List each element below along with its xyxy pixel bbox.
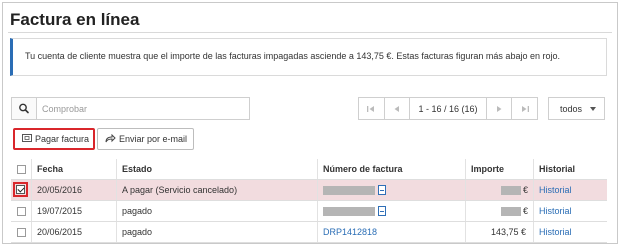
column-header-historial[interactable]: Historial bbox=[539, 159, 575, 179]
checkbox-icon bbox=[17, 165, 26, 174]
send-email-label: Enviar por e-mail bbox=[119, 134, 188, 144]
pay-invoice-label: Pagar factura bbox=[35, 134, 90, 144]
row-importe-currency: € bbox=[523, 185, 529, 195]
last-page-icon bbox=[521, 105, 529, 112]
row-fecha: 20/06/2015 bbox=[37, 227, 83, 237]
last-page-button[interactable] bbox=[512, 98, 537, 119]
first-page-button[interactable] bbox=[359, 98, 385, 119]
column-header-numero[interactable]: Número de factura bbox=[323, 159, 403, 179]
checkbox-icon bbox=[17, 207, 26, 216]
table-header-row: Fecha Estado Número de factura Importe H… bbox=[11, 159, 607, 180]
prev-page-button[interactable] bbox=[385, 98, 411, 119]
page-title: Factura en línea bbox=[10, 10, 140, 29]
row-importe: € bbox=[501, 180, 528, 200]
pagination: 1 - 16 / 16 (16) bbox=[358, 97, 538, 120]
pdf-icon[interactable] bbox=[378, 185, 386, 195]
page-range: 1 - 16 / 16 (16) bbox=[418, 103, 478, 114]
payment-icon bbox=[22, 134, 32, 144]
row-checkbox[interactable] bbox=[14, 204, 29, 219]
row-historial-link[interactable]: Historial bbox=[539, 201, 572, 221]
row-estado: A pagar (Servicio cancelado) bbox=[122, 185, 238, 195]
next-page-button[interactable] bbox=[485, 98, 513, 119]
row-numero[interactable] bbox=[323, 201, 386, 221]
redacted-invoice-number bbox=[323, 206, 375, 216]
row-fecha: 20/05/2016 bbox=[37, 185, 83, 195]
table-row[interactable]: 19/07/2015 pagado € Historial bbox=[11, 201, 607, 222]
share-arrow-icon bbox=[105, 133, 116, 145]
first-page-icon bbox=[367, 105, 375, 112]
checkbox-icon bbox=[17, 228, 26, 237]
redacted-invoice-number bbox=[323, 185, 375, 195]
column-header-estado[interactable]: Estado bbox=[122, 159, 152, 179]
search-box bbox=[11, 97, 252, 120]
checkbox-checked-icon bbox=[16, 185, 25, 194]
info-notice-text: Tu cuenta de cliente muestra que el impo… bbox=[25, 51, 560, 61]
row-importe-currency: € bbox=[523, 206, 529, 216]
row-numero[interactable] bbox=[323, 180, 386, 200]
row-numero[interactable]: DRP1412818 bbox=[323, 222, 377, 242]
redacted-amount bbox=[501, 185, 521, 195]
column-header-importe[interactable]: Importe bbox=[471, 159, 504, 179]
pay-invoice-button[interactable]: Pagar factura bbox=[13, 128, 95, 150]
column-header-fecha[interactable]: Fecha bbox=[37, 159, 63, 179]
next-page-icon bbox=[497, 105, 502, 112]
search-icon[interactable] bbox=[12, 98, 37, 119]
row-estado: pagado bbox=[122, 206, 153, 216]
row-importe: € bbox=[501, 201, 528, 221]
select-all-checkbox[interactable] bbox=[14, 162, 29, 177]
search-input[interactable] bbox=[38, 99, 252, 118]
status-filter-value: todos bbox=[560, 103, 583, 114]
redacted-amount bbox=[501, 206, 521, 216]
send-email-button[interactable]: Enviar por e-mail bbox=[97, 128, 194, 150]
row-historial-link[interactable]: Historial bbox=[539, 222, 572, 242]
row-checkbox[interactable] bbox=[14, 225, 29, 240]
row-checkbox[interactable] bbox=[13, 182, 28, 197]
row-importe: 143,75 € bbox=[491, 227, 527, 237]
chevron-down-icon bbox=[590, 107, 596, 111]
row-fecha: 19/07/2015 bbox=[37, 206, 83, 216]
info-notice: Tu cuenta de cliente muestra que el impo… bbox=[10, 38, 607, 76]
status-filter-select[interactable]: todos bbox=[548, 97, 605, 120]
row-historial-link[interactable]: Historial bbox=[539, 180, 572, 200]
prev-page-icon bbox=[394, 105, 399, 112]
table-row[interactable]: 20/05/2016 A pagar (Servicio cancelado) … bbox=[11, 180, 607, 201]
pdf-icon[interactable] bbox=[378, 206, 386, 216]
title-divider bbox=[8, 32, 612, 33]
row-estado: pagado bbox=[122, 227, 153, 237]
